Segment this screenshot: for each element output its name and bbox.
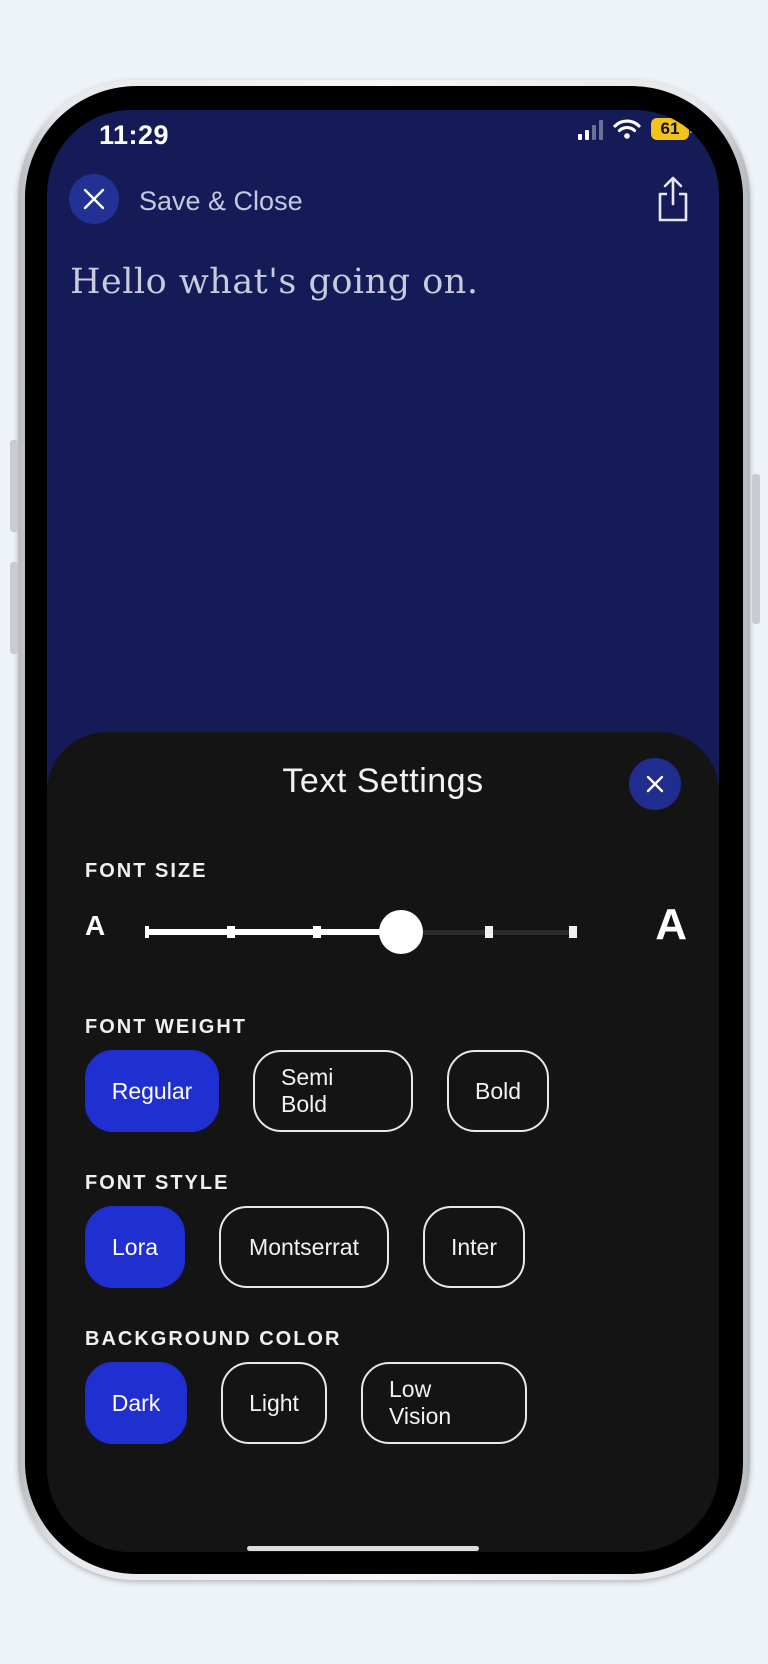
wifi-icon bbox=[613, 119, 641, 139]
share-icon[interactable] bbox=[655, 174, 691, 224]
font-style-label: FONT STYLE bbox=[85, 1172, 230, 1194]
mute-switch bbox=[10, 440, 18, 532]
close-icon bbox=[83, 188, 105, 210]
font-size-label: FONT SIZE bbox=[85, 860, 208, 882]
status-indicators: 61 bbox=[578, 118, 693, 140]
home-indicator[interactable] bbox=[247, 1546, 479, 1551]
slider-tick bbox=[145, 926, 149, 938]
slider-tick bbox=[569, 926, 577, 938]
volume-button bbox=[10, 562, 18, 654]
font-style-inter-button[interactable]: Inter bbox=[423, 1206, 525, 1288]
close-icon bbox=[646, 775, 664, 793]
large-a-glyph: A bbox=[655, 900, 687, 949]
background-light-button[interactable]: Light bbox=[221, 1362, 327, 1444]
battery-icon: 61 bbox=[651, 118, 693, 140]
screen: 11:29 61 Save & Close Hello what's going… bbox=[47, 110, 719, 1552]
battery-level: 61 bbox=[660, 119, 680, 138]
background-color-options: Dark Light Low Vision bbox=[85, 1362, 527, 1444]
close-button[interactable] bbox=[69, 174, 119, 224]
slider-tick bbox=[313, 926, 321, 938]
save-close-label[interactable]: Save & Close bbox=[139, 186, 303, 217]
sheet-title: Text Settings bbox=[282, 762, 484, 800]
font-weight-regular-button[interactable]: Regular bbox=[85, 1050, 219, 1132]
background-low-vision-button[interactable]: Low Vision bbox=[361, 1362, 527, 1444]
background-color-label: BACKGROUND COLOR bbox=[85, 1328, 342, 1350]
font-style-options: Lora Montserrat Inter bbox=[85, 1206, 525, 1288]
font-size-slider[interactable] bbox=[145, 910, 577, 954]
font-weight-label: FONT WEIGHT bbox=[85, 1016, 247, 1038]
font-weight-options: Regular Semi Bold Bold bbox=[85, 1050, 549, 1132]
font-style-lora-button[interactable]: Lora bbox=[85, 1206, 185, 1288]
background-dark-button[interactable]: Dark bbox=[85, 1362, 187, 1444]
font-weight-bold-button[interactable]: Bold bbox=[447, 1050, 549, 1132]
sheet-close-button[interactable] bbox=[629, 758, 681, 810]
small-a-glyph: A bbox=[85, 910, 106, 941]
status-time: 11:29 bbox=[99, 120, 170, 150]
document-text[interactable]: Hello what's going on. bbox=[70, 262, 699, 302]
text-settings-sheet: Text Settings FONT SIZE A A FONT WEIGHT … bbox=[47, 732, 719, 1552]
signal-icon bbox=[578, 118, 603, 140]
slider-tick bbox=[227, 926, 235, 938]
slider-fill bbox=[145, 929, 401, 935]
power-button bbox=[752, 474, 760, 624]
font-weight-semibold-button[interactable]: Semi Bold bbox=[253, 1050, 413, 1132]
slider-thumb bbox=[379, 910, 423, 954]
slider-tick bbox=[485, 926, 493, 938]
font-style-montserrat-button[interactable]: Montserrat bbox=[219, 1206, 389, 1288]
